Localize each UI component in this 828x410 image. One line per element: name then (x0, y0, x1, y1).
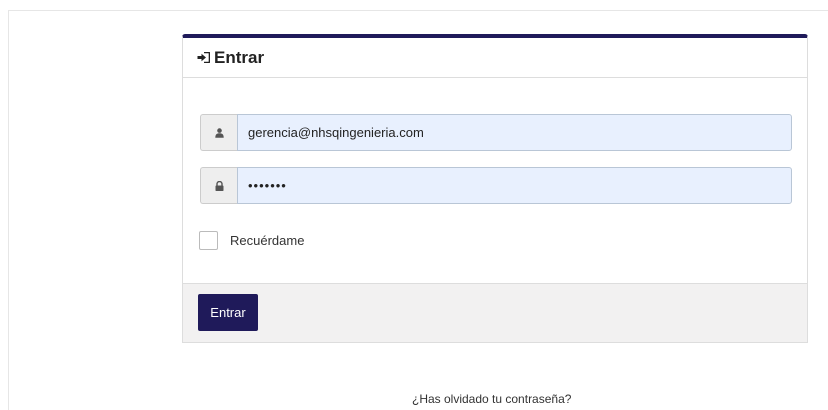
remember-me[interactable]: Recuérdame (199, 231, 304, 250)
remember-me-checkbox[interactable] (199, 231, 218, 250)
panel-header: Entrar (183, 38, 807, 78)
sign-in-icon (197, 52, 210, 63)
lock-icon (200, 167, 237, 204)
remember-me-label: Recuérdame (230, 233, 305, 248)
forgot-password-link[interactable]: ¿Has olvidado tu contraseña? (412, 392, 571, 406)
panel-title: Entrar (214, 47, 265, 67)
login-panel: Entrar Recuérdame Entrar (182, 34, 808, 343)
login-button[interactable]: Entrar (198, 294, 258, 331)
password-input-group (200, 167, 792, 204)
email-input-group (200, 114, 792, 151)
email-field[interactable] (237, 114, 792, 151)
user-icon (200, 114, 237, 151)
password-field[interactable] (237, 167, 792, 204)
panel-footer: Entrar (183, 283, 807, 342)
